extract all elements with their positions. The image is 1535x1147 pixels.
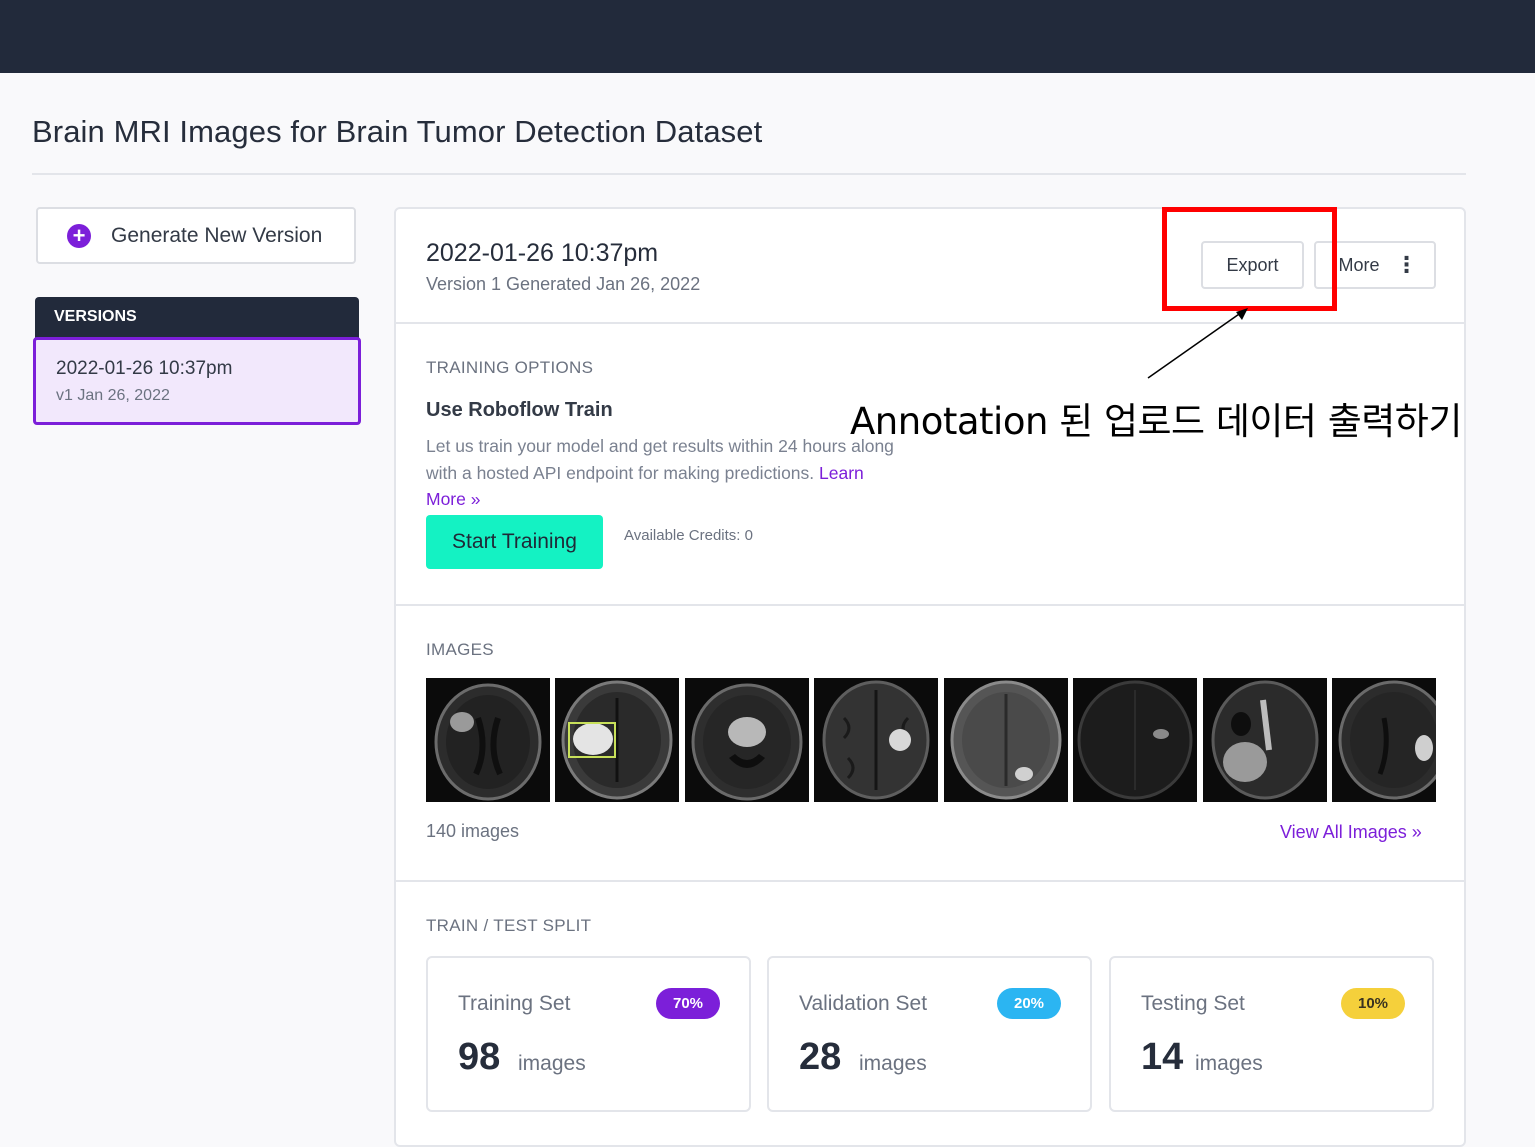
mri-thumbnail[interactable] [814, 678, 938, 802]
percent-badge: 70% [656, 988, 720, 1019]
plus-circle-icon: + [67, 223, 91, 248]
split-name: Validation Set [799, 992, 928, 1015]
training-options-label: TRAINING OPTIONS [426, 358, 594, 377]
mri-thumbnail[interactable] [1073, 678, 1197, 802]
mri-thumbnail[interactable] [426, 678, 550, 802]
view-all-images-link[interactable]: View All Images » [1280, 822, 1422, 843]
page-title: Brain MRI Images for Brain Tumor Detecti… [32, 114, 763, 149]
generate-new-version-label: Generate New Version [111, 223, 323, 247]
divider [396, 880, 1464, 882]
roboflow-train-title: Use Roboflow Train [426, 399, 613, 421]
mri-thumbnail[interactable] [685, 678, 809, 802]
more-label: More [1338, 254, 1380, 275]
percent-badge: 10% [1341, 988, 1405, 1019]
mri-thumbnail[interactable] [1203, 678, 1327, 802]
split-unit: images [1195, 1052, 1263, 1075]
percent-badge: 20% [997, 988, 1061, 1019]
divider [32, 173, 1466, 175]
version-subtitle: Version 1 Generated Jan 26, 2022 [426, 274, 701, 294]
version-item-title: 2022-01-26 10:37pm [56, 358, 233, 379]
images-label: IMAGES [426, 640, 494, 659]
split-count: 28 [799, 1036, 842, 1078]
annotation-callout: Annotation 된 업로드 데이터 출력하기 [850, 400, 1462, 443]
train-test-split-label: TRAIN / TEST SPLIT [426, 916, 592, 935]
mri-thumbnail[interactable] [944, 678, 1068, 802]
generate-new-version-button[interactable]: + Generate New Version [36, 207, 356, 264]
split-count: 14 [1141, 1036, 1184, 1078]
start-training-button[interactable]: Start Training [426, 515, 603, 569]
image-count: 140 images [426, 821, 520, 841]
validation-set-card: Validation Set 20% 28 images [767, 956, 1092, 1112]
training-description: Let us train your model and get results … [426, 433, 896, 513]
mri-thumbnail[interactable] [1332, 678, 1436, 802]
divider [396, 322, 1464, 324]
version-title: 2022-01-26 10:37pm [426, 239, 659, 267]
versions-header: VERSIONS [35, 297, 359, 339]
split-count: 98 [458, 1036, 501, 1078]
testing-set-card: Testing Set 10% 14 images [1109, 956, 1434, 1112]
split-name: Testing Set [1141, 992, 1245, 1015]
arrow-icon [1147, 308, 1248, 379]
version-list-item[interactable]: 2022-01-26 10:37pm v1 Jan 26, 2022 [33, 337, 361, 425]
highlight-box [1162, 207, 1337, 311]
image-thumbnail-strip [426, 678, 1436, 804]
version-item-subtitle: v1 Jan 26, 2022 [56, 387, 170, 404]
top-nav-bar [0, 0, 1535, 73]
available-credits: Available Credits: 0 [624, 527, 753, 544]
mri-thumbnail[interactable] [555, 678, 679, 802]
split-unit: images [859, 1052, 927, 1075]
version-detail-panel: 2022-01-26 10:37pm Version 1 Generated J… [394, 207, 1466, 1147]
split-unit: images [518, 1052, 586, 1075]
kebab-menu-icon: ⋮ [1395, 252, 1418, 277]
training-set-card: Training Set 70% 98 images [426, 956, 751, 1112]
divider [396, 604, 1464, 606]
split-name: Training Set [458, 992, 571, 1015]
